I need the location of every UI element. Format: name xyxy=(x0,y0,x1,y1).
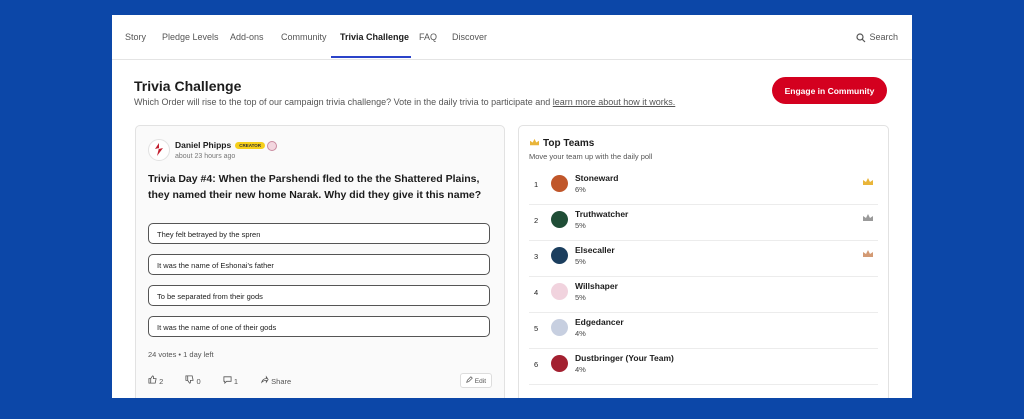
dislike-button[interactable]: 0 xyxy=(185,375,210,386)
team-percent: 5% xyxy=(575,257,586,266)
team-name: Willshaper xyxy=(575,281,618,291)
share-icon xyxy=(261,375,269,384)
engage-in-community-button[interactable]: Engage in Community xyxy=(772,77,887,104)
dislike-count: 0 xyxy=(196,377,201,386)
top-teams-panel: Top Teams Move your team up with the dai… xyxy=(518,125,889,398)
votes-status: 24 votes • 1 day left xyxy=(148,350,214,359)
team-glyph-icon xyxy=(551,283,568,300)
tab-trivia-challenge[interactable]: Trivia Challenge xyxy=(340,15,409,59)
team-rank: 6 xyxy=(534,360,539,369)
team-percent: 4% xyxy=(575,365,586,374)
row-divider xyxy=(529,384,878,385)
trivia-question: Trivia Day #4: When the Parshendi fled t… xyxy=(148,173,482,201)
team-percent: 5% xyxy=(575,221,586,230)
tab-discover[interactable]: Discover xyxy=(452,15,487,59)
subtitle-text: Which Order will rise to the top of our … xyxy=(134,97,553,107)
tab-faq[interactable]: FAQ xyxy=(419,15,437,59)
thumbs-up-icon xyxy=(148,375,157,384)
like-button[interactable]: 2 xyxy=(148,375,173,386)
team-glyph-icon xyxy=(551,319,568,336)
team-glyph-icon xyxy=(551,247,568,264)
tab-add-ons[interactable]: Add-ons xyxy=(230,15,264,59)
team-name: Truthwatcher xyxy=(575,209,629,219)
team-rank: 4 xyxy=(534,288,539,297)
top-teams-title: Top Teams xyxy=(529,138,594,149)
active-tab-indicator xyxy=(331,56,411,58)
tab-story[interactable]: Story xyxy=(125,15,146,59)
poll-option-3[interactable]: To be separated from their gods xyxy=(148,285,490,306)
comment-button[interactable]: 1 xyxy=(223,376,248,386)
share-button[interactable]: Share xyxy=(260,375,301,386)
comment-icon xyxy=(223,376,232,385)
post-actions: 2 0 1 Share xyxy=(148,375,311,386)
search-button[interactable]: Search xyxy=(856,15,898,59)
comment-count: 1 xyxy=(233,377,238,386)
order-glyph-icon xyxy=(267,140,278,151)
edit-button[interactable]: Edit xyxy=(459,373,492,388)
team-row-willshaper[interactable]: 4 Willshaper 5% xyxy=(519,276,888,312)
team-name: Stoneward xyxy=(575,173,619,183)
pencil-icon xyxy=(466,376,473,383)
thumbs-down-icon xyxy=(185,375,194,384)
post-time: about 23 hours ago xyxy=(175,153,236,160)
learn-more-link[interactable]: learn more about how it works. xyxy=(553,97,676,107)
team-percent: 6% xyxy=(575,185,586,194)
search-icon xyxy=(856,33,866,43)
poll-option-1[interactable]: They felt betrayed by the spren xyxy=(148,223,490,244)
top-teams-title-text: Top Teams xyxy=(543,138,595,149)
campaign-card: Story Pledge Levels Add-ons Community Tr… xyxy=(112,15,912,398)
team-row-edgedancer[interactable]: 5 Edgedancer 4% xyxy=(519,312,888,348)
tab-pledge-levels[interactable]: Pledge Levels xyxy=(162,15,219,59)
poll-option-4[interactable]: It was the name of one of their gods xyxy=(148,316,490,337)
trivia-post: Daniel Phipps CREATOR about 23 hours ago … xyxy=(135,125,505,398)
silver-crown-icon xyxy=(863,214,873,221)
brand-logo-icon xyxy=(155,143,163,156)
author-avatar[interactable] xyxy=(148,139,170,161)
gold-crown-icon xyxy=(863,178,873,185)
top-nav: Story Pledge Levels Add-ons Community Tr… xyxy=(112,15,912,60)
team-percent: 4% xyxy=(575,329,586,338)
team-row-dustbringer[interactable]: 6 Dustbringer (Your Team) 4% xyxy=(519,348,888,384)
team-rank: 2 xyxy=(534,216,539,225)
like-count: 2 xyxy=(159,377,164,386)
team-rank: 3 xyxy=(534,252,539,261)
team-percent: 5% xyxy=(575,293,586,302)
bronze-crown-icon xyxy=(863,250,873,257)
poll-option-2[interactable]: It was the name of Eshonai's father xyxy=(148,254,490,275)
team-glyph-icon xyxy=(551,355,568,372)
crown-icon xyxy=(530,138,539,146)
team-glyph-icon xyxy=(551,211,568,228)
team-rank: 1 xyxy=(534,180,539,189)
edit-label: Edit xyxy=(474,378,486,385)
team-glyph-icon xyxy=(551,175,568,192)
team-name: Elsecaller xyxy=(575,245,615,255)
author-name[interactable]: Daniel Phipps xyxy=(175,140,231,150)
share-label: Share xyxy=(271,377,292,386)
author-line: Daniel Phipps CREATOR xyxy=(175,140,278,151)
tab-community[interactable]: Community xyxy=(281,15,327,59)
team-row-stoneward[interactable]: 1 Stoneward 6% xyxy=(519,168,888,204)
search-label: Search xyxy=(869,32,898,42)
top-teams-subtitle: Move your team up with the daily poll xyxy=(529,152,653,161)
team-name: Dustbringer (Your Team) xyxy=(575,353,674,363)
page-title: Trivia Challenge xyxy=(134,78,242,94)
team-name: Edgedancer xyxy=(575,317,624,327)
creator-badge: CREATOR xyxy=(235,142,266,150)
team-row-truthwatcher[interactable]: 2 Truthwatcher 5% xyxy=(519,204,888,240)
page-subtitle: Which Order will rise to the top of our … xyxy=(134,97,675,107)
team-rank: 5 xyxy=(534,324,539,333)
team-row-elsecaller[interactable]: 3 Elsecaller 5% xyxy=(519,240,888,276)
